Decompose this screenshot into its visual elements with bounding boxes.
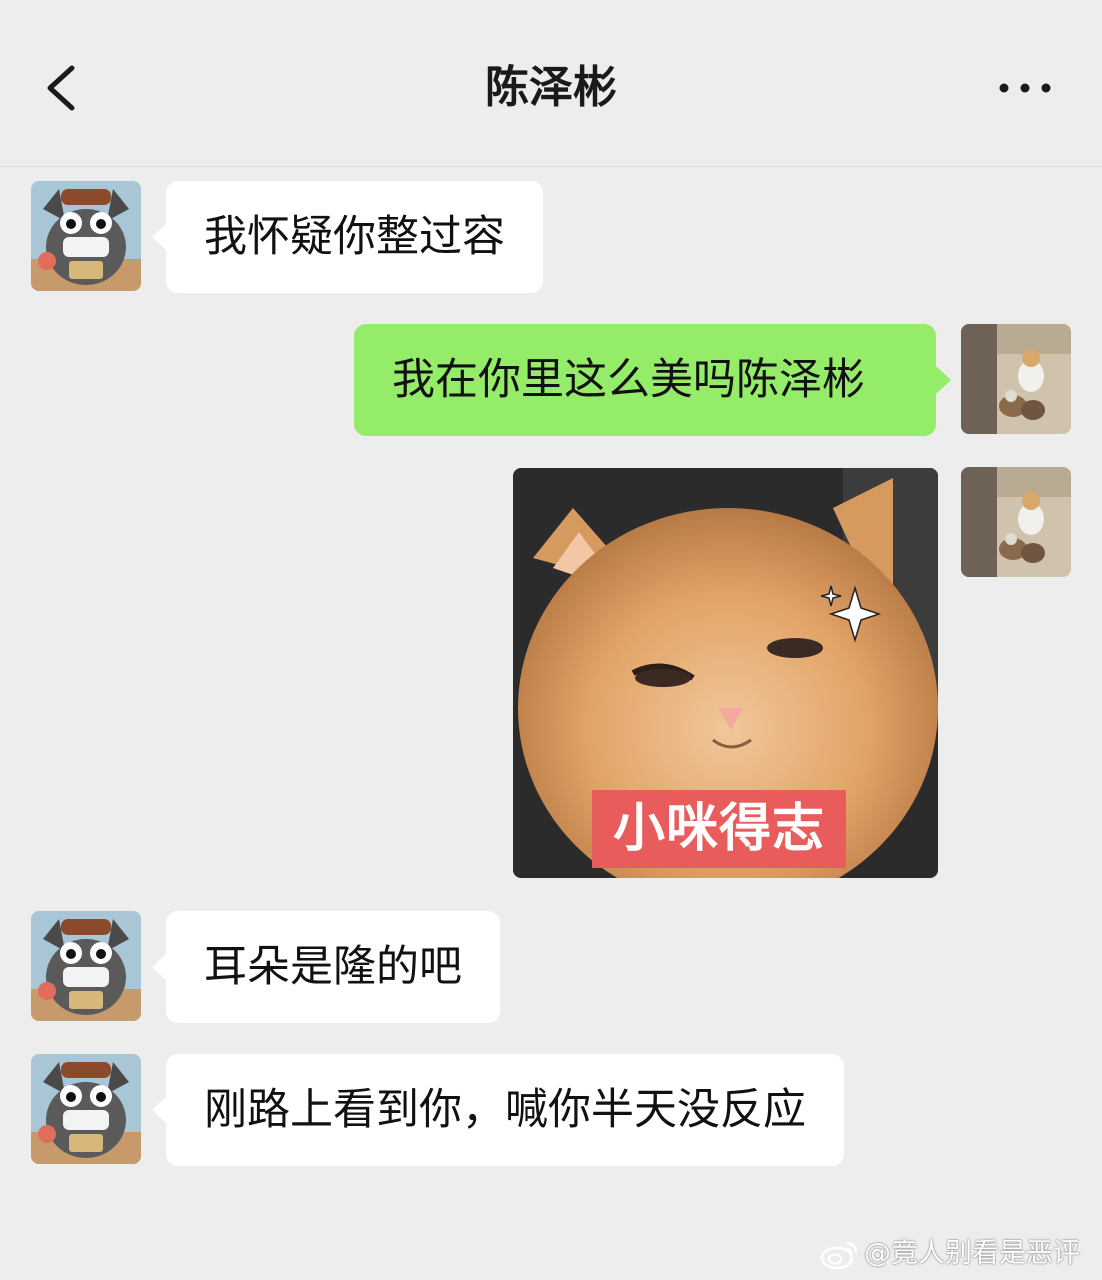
contact-avatar[interactable]	[31, 911, 141, 1021]
message-text: 我在你里这么美吗陈泽彬	[392, 355, 865, 405]
my-avatar[interactable]	[961, 467, 1071, 577]
watermark-text: @竟人别看是恶评	[864, 1238, 1080, 1269]
message-text: 我怀疑你整过容	[204, 212, 505, 262]
contact-avatar[interactable]	[31, 1054, 141, 1164]
cat-sticker-image[interactable]: 小咪得志	[513, 468, 938, 878]
ellipsis-icon	[999, 83, 1051, 93]
more-button[interactable]	[990, 68, 1060, 108]
chat-header: 陈泽彬	[0, 0, 1102, 167]
incoming-message-bubble[interactable]: 刚路上看到你，喊你半天没反应	[152, 1054, 844, 1166]
message-text: 刚路上看到你，喊你半天没反应	[204, 1085, 806, 1135]
watermark: @竟人别看是恶评	[820, 1232, 1102, 1276]
outgoing-message-bubble[interactable]: 我在你里这么美吗陈泽彬	[354, 324, 951, 436]
my-avatar[interactable]	[961, 324, 1071, 434]
weibo-logo-icon	[820, 1241, 858, 1269]
incoming-message-bubble[interactable]: 我怀疑你整过容	[152, 181, 543, 293]
incoming-message-bubble[interactable]: 耳朵是隆的吧	[152, 911, 500, 1023]
contact-avatar[interactable]	[31, 181, 141, 291]
chat-title: 陈泽彬	[485, 62, 617, 113]
sticker-caption: 小咪得志	[592, 790, 846, 868]
message-text: 耳朵是隆的吧	[204, 942, 462, 992]
